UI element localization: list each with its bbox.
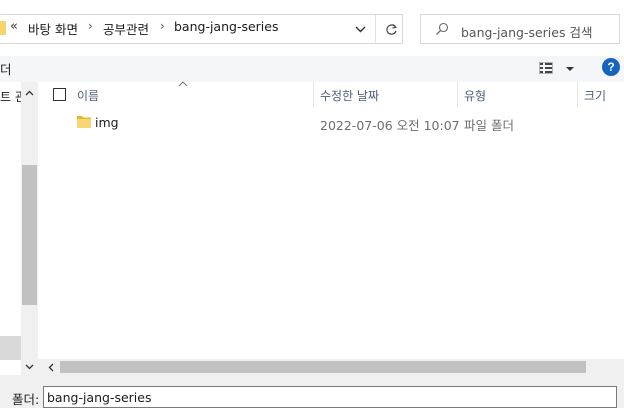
- folder-icon: [77, 116, 91, 128]
- file-modified-date: 2022-07-06 오전 10:07: [320, 118, 460, 133]
- search-input[interactable]: bang-jang-series 검색: [420, 14, 620, 44]
- sort-ascending-icon: [178, 81, 188, 87]
- address-row: « 바탕 화면 › 공부관련 › bang-jang-series bang-j…: [0, 0, 624, 56]
- nav-scrollbar[interactable]: [21, 82, 38, 375]
- breadcrumb-desktop[interactable]: 바탕 화면: [28, 19, 78, 38]
- select-all-checkbox[interactable]: [53, 88, 66, 101]
- view-options-icon: [539, 62, 574, 74]
- nav-selected-item[interactable]: [0, 336, 21, 360]
- breadcrumb-separator[interactable]: ›: [160, 19, 165, 33]
- column-divider[interactable]: [313, 82, 314, 107]
- address-history-dropdown[interactable]: [346, 15, 374, 43]
- navigation-pane: 트 관: [0, 82, 38, 375]
- refresh-button[interactable]: [378, 15, 404, 43]
- view-options-button[interactable]: [534, 58, 578, 80]
- scrollbar-thumb[interactable]: [60, 361, 586, 373]
- column-header-row: 이름 수정한 날짜 유형 크기: [38, 81, 624, 107]
- file-row[interactable]: img 2022-07-06 오전 10:07 파일 폴더: [38, 112, 624, 134]
- chevron-left-icon: [48, 363, 54, 371]
- folder-bar: 폴더:: [0, 375, 624, 408]
- chevron-up-icon: [25, 90, 34, 96]
- column-header-modified[interactable]: 수정한 날짜: [320, 87, 379, 104]
- scroll-down-button[interactable]: [21, 360, 38, 374]
- scrollbar-thumb[interactable]: [22, 165, 37, 305]
- column-divider[interactable]: [577, 82, 578, 107]
- chevron-down-icon: [355, 26, 365, 32]
- scroll-left-button[interactable]: [44, 360, 58, 374]
- file-type: 파일 폴더: [464, 118, 514, 133]
- folder-name-input[interactable]: [43, 386, 617, 408]
- folder-label: 폴더:: [12, 392, 40, 407]
- breadcrumb-study[interactable]: 공부관련: [103, 19, 149, 38]
- more-options-button[interactable]: 더: [0, 59, 12, 78]
- column-header-size[interactable]: 크기: [584, 87, 606, 104]
- address-divider: [375, 15, 376, 43]
- refresh-icon: [385, 23, 397, 35]
- breadcrumb-current-folder[interactable]: bang-jang-series: [174, 19, 278, 34]
- column-header-name[interactable]: 이름: [77, 87, 99, 104]
- chevron-down-icon: [25, 364, 34, 370]
- file-name[interactable]: img: [95, 115, 119, 130]
- column-divider[interactable]: [457, 82, 458, 107]
- toolbar: 더 ?: [0, 56, 624, 82]
- horizontal-scrollbar[interactable]: [38, 359, 624, 375]
- search-placeholder: bang-jang-series 검색: [461, 25, 593, 40]
- folder-icon: [0, 21, 6, 35]
- breadcrumb-overflow-button[interactable]: «: [10, 19, 18, 34]
- column-header-type[interactable]: 유형: [464, 87, 486, 104]
- breadcrumb-separator[interactable]: ›: [88, 19, 93, 33]
- help-button[interactable]: ?: [602, 58, 620, 76]
- file-list: 이름 수정한 날짜 유형 크기 img 2022-07-06 오전 10:07 …: [38, 81, 624, 375]
- scroll-up-button[interactable]: [21, 86, 38, 100]
- search-icon: [436, 22, 449, 35]
